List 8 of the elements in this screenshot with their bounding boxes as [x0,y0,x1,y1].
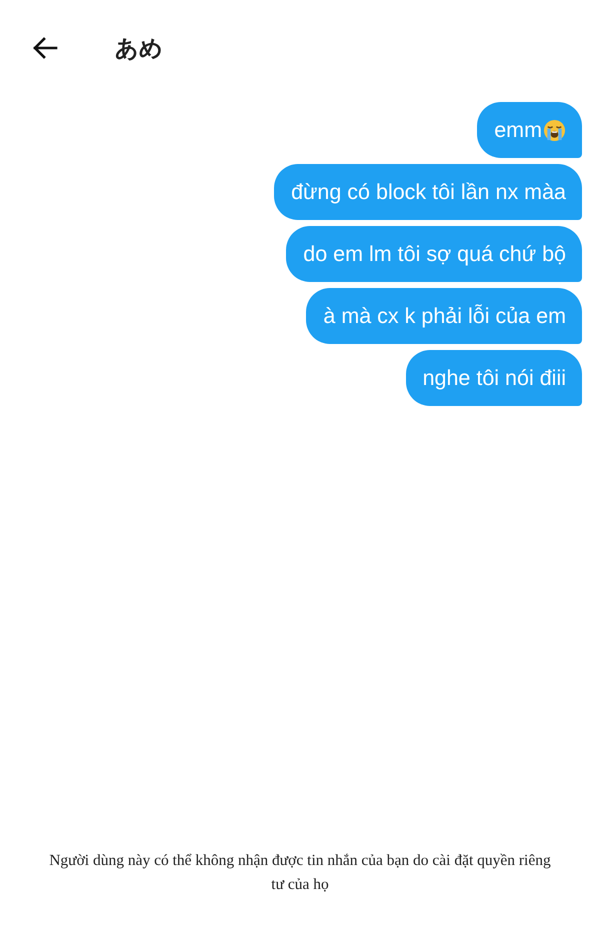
back-arrow-icon[interactable] [32,37,58,59]
message-text: đừng có block tôi lần nx màa [291,180,566,204]
message-text: do em lm tôi sợ quá chứ bộ [303,242,566,266]
message-text: à mà cx k phải lỗi của em [323,304,566,328]
message-text: emm [494,118,542,142]
chat-title: あめ [115,34,163,64]
privacy-notice: Người dùng này có thể không nhận được tin nhắn của bạn do cài đặt quyền riêng tư của họ [48,851,552,895]
message-text: nghe tôi nói điii [422,366,566,390]
